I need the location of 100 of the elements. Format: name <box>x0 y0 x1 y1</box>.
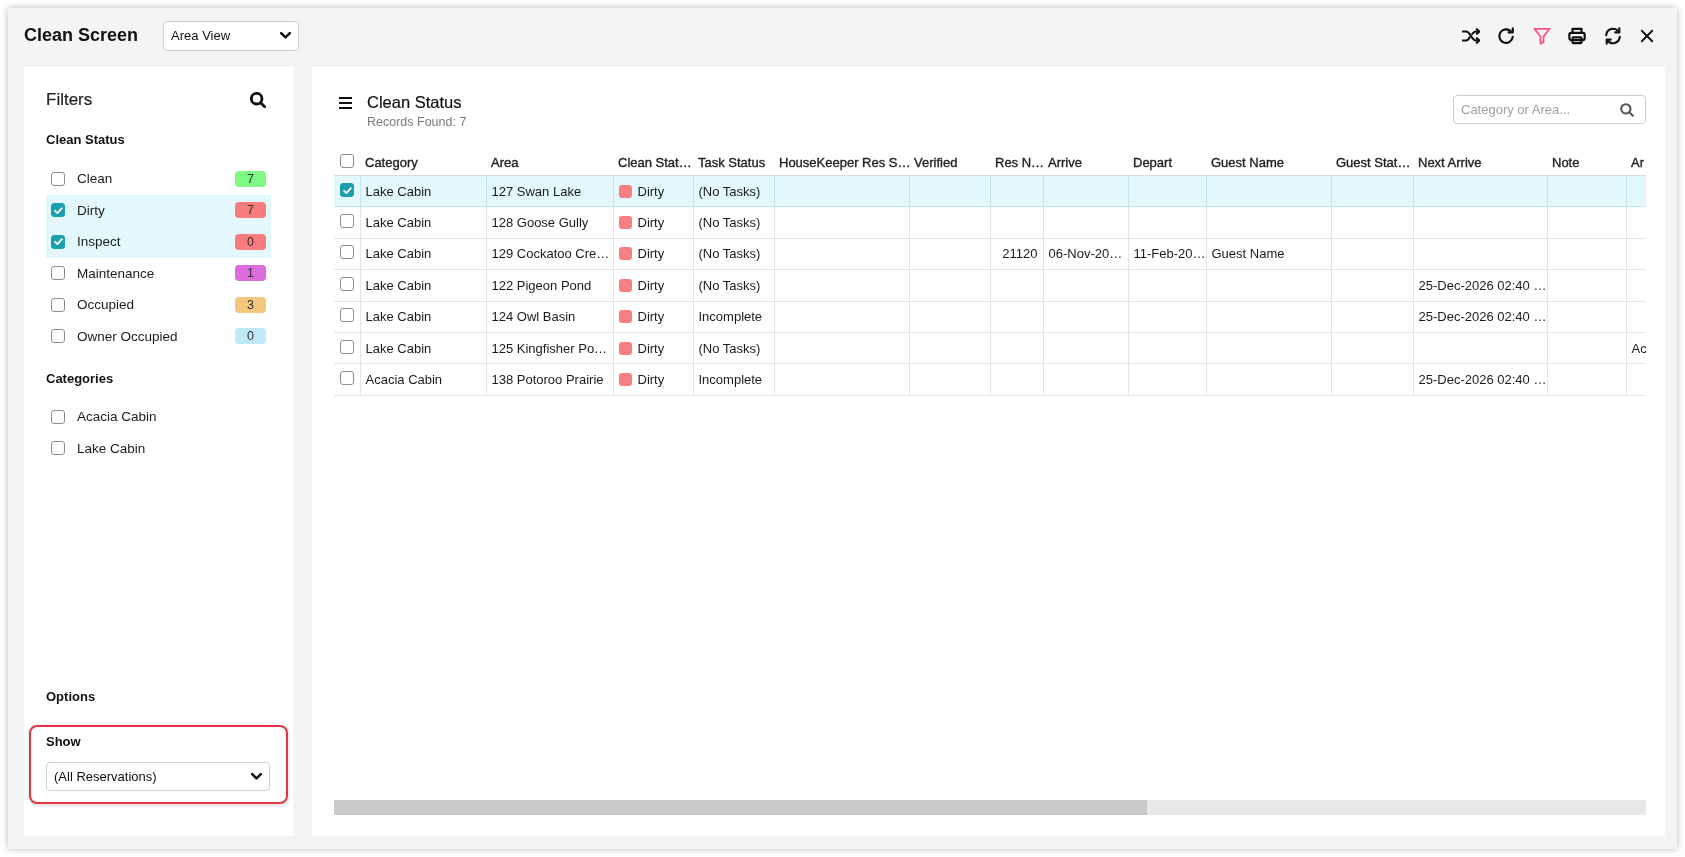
count-badge: 3 <box>235 296 266 313</box>
row-checkbox[interactable] <box>340 214 354 229</box>
horizontal-scrollbar[interactable] <box>334 800 1646 815</box>
selected-filter-row[interactable]: Dirty 7 <box>46 194 271 226</box>
column-header[interactable]: Ar <box>1626 150 1646 176</box>
table-cell: (No Tasks) <box>693 206 774 239</box>
table-cell: Guest Name <box>1206 238 1331 270</box>
status-label: Dirty <box>637 215 665 231</box>
table-cell: (No Tasks) <box>693 269 774 302</box>
row-checkbox[interactable] <box>340 183 354 198</box>
column-header[interactable]: Arrive <box>1043 150 1128 176</box>
redo-icon[interactable] <box>1497 26 1515 45</box>
column-header[interactable]: Clean Stat… <box>613 150 693 176</box>
table-cell: 124 Owl Basin <box>486 301 613 333</box>
column-header[interactable]: Guest Name <box>1206 150 1331 176</box>
checkbox[interactable] <box>51 409 65 424</box>
shuffle-icon[interactable] <box>1461 26 1480 45</box>
row-checkbox[interactable] <box>340 245 354 260</box>
column-header[interactable]: Task Status <box>693 150 774 176</box>
table-cell: Lake Cabin <box>360 301 486 333</box>
table-cell: 25-Dec-2026 02:40 … <box>1413 269 1547 302</box>
scrollbar-thumb[interactable] <box>334 800 1148 815</box>
table-cell: 21120 <box>990 238 1043 270</box>
status-label: Dirty <box>637 183 665 199</box>
column-header[interactable]: Verified <box>909 150 990 176</box>
close-icon[interactable] <box>1639 27 1655 44</box>
checkbox[interactable] <box>51 329 65 344</box>
count-badge: 0 <box>235 233 266 250</box>
table-cell: Ac <box>1626 332 1646 364</box>
checkbox[interactable] <box>51 203 65 218</box>
table-cell: (No Tasks) <box>693 332 774 364</box>
table-cell: 127 Swan Lake <box>486 175 613 207</box>
status-label: Dirty <box>637 372 665 388</box>
row-checkbox[interactable] <box>340 371 354 386</box>
table-cell: Acacia Cabin <box>360 363 486 396</box>
count-badge: 7 <box>235 202 266 219</box>
show-dropdown[interactable]: (All Reservations) <box>46 762 270 791</box>
search-icon[interactable] <box>250 92 266 108</box>
records-count: Records Found: 7 <box>367 114 467 130</box>
status-label: Dirty <box>637 277 665 293</box>
panel-title: Clean Status <box>367 92 463 112</box>
table-cell: 125 Kingfisher Po… <box>486 332 613 364</box>
status-label: Dirty <box>637 246 665 262</box>
checkbox[interactable] <box>51 441 65 456</box>
column-header[interactable]: Note <box>1547 150 1626 176</box>
checkbox-label[interactable]: Inspect <box>77 234 121 250</box>
table-cell: 138 Potoroo Prairie <box>486 363 613 396</box>
table-cell: 11-Feb-20… <box>1128 238 1206 270</box>
chevron-icon <box>280 30 292 41</box>
column-header[interactable]: Category <box>360 150 486 176</box>
selected-filter-row[interactable]: Inspect 0 <box>46 226 271 258</box>
window-title: Clean Screen <box>24 25 139 46</box>
view-dropdown[interactable]: Area View <box>163 20 300 51</box>
row-checkbox[interactable] <box>340 276 354 291</box>
menu-icon[interactable] <box>339 97 352 109</box>
checkbox-label[interactable]: Owner Occupied <box>77 328 178 344</box>
column-header[interactable]: Next Arrive <box>1413 150 1547 176</box>
column-header[interactable]: HouseKeeper Res S… <box>774 150 909 176</box>
refresh-icon[interactable] <box>1603 26 1622 45</box>
row-checkbox[interactable] <box>340 308 354 323</box>
panel-title: Filters <box>46 90 93 110</box>
count-badge: 0 <box>235 328 266 345</box>
table-cell: 25-Dec-2026 02:40 … <box>1413 301 1547 333</box>
section-heading: Categories <box>46 371 115 387</box>
table-cell: 06-Nov-20… <box>1043 238 1128 270</box>
select-all-checkbox[interactable] <box>340 154 354 168</box>
column-header[interactable]: Guest Stat… <box>1331 150 1413 176</box>
table-cell: Incomplete <box>693 363 774 396</box>
checkbox[interactable] <box>51 266 65 281</box>
section-heading: Options <box>46 689 97 705</box>
checkbox[interactable] <box>51 234 65 249</box>
search-icon[interactable] <box>1620 102 1634 117</box>
checkbox-label[interactable]: Occupied <box>77 297 135 313</box>
column-header[interactable]: Area <box>486 150 613 176</box>
checkbox-label[interactable]: Acacia Cabin <box>77 409 157 425</box>
selected-row[interactable]: Lake Cabin 127 Swan Lake Dirty (No Tasks) <box>334 175 1646 207</box>
table-cell: (No Tasks) <box>693 175 774 207</box>
section-heading: Clean Status <box>46 132 126 148</box>
filter-icon[interactable] <box>1532 26 1551 45</box>
table-cell: Lake Cabin <box>360 332 486 364</box>
search-field[interactable]: Category or Area... <box>1453 95 1646 124</box>
row-checkbox[interactable] <box>340 339 354 354</box>
checkbox-label[interactable]: Clean <box>77 171 113 187</box>
status-label: Dirty <box>637 309 665 325</box>
column-header[interactable]: Res N… <box>990 150 1043 176</box>
field-label: Show <box>46 734 82 750</box>
table-cell: Lake Cabin <box>360 269 486 302</box>
table-cell: 128 Goose Gully <box>486 206 613 239</box>
table-cell: 129 Cockatoo Cre… <box>486 238 613 270</box>
column-header[interactable]: Depart <box>1128 150 1206 176</box>
checkbox-label[interactable]: Lake Cabin <box>77 440 146 456</box>
checkbox[interactable] <box>51 171 65 186</box>
checkbox-label[interactable]: Maintenance <box>77 265 155 281</box>
checkbox-label[interactable]: Dirty <box>77 202 105 218</box>
count-badge: 7 <box>235 170 266 187</box>
checkbox[interactable] <box>51 297 65 312</box>
table-cell: Lake Cabin <box>360 206 486 239</box>
table-cell: Lake Cabin <box>360 175 486 207</box>
table-cell: Lake Cabin <box>360 238 486 270</box>
printer-icon[interactable] <box>1568 26 1586 45</box>
